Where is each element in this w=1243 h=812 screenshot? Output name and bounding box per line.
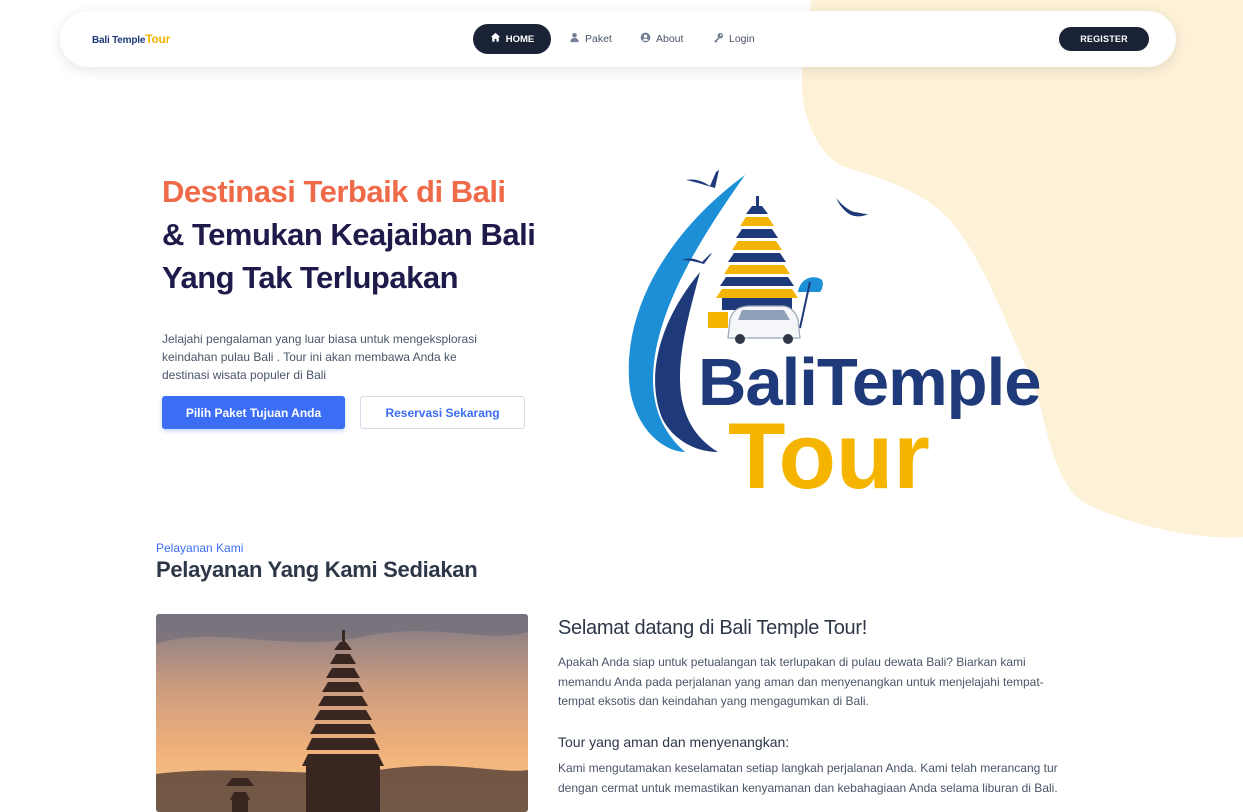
navbar: Bali TempleTour HOME Paket About Login R… bbox=[60, 11, 1176, 67]
bird-icon bbox=[686, 170, 719, 188]
register-button[interactable]: REGISTER bbox=[1059, 27, 1149, 51]
reserve-now-button[interactable]: Reservasi Sekarang bbox=[360, 396, 525, 429]
welcome-text: Apakah Anda siap untuk petualangan tak t… bbox=[558, 655, 1044, 708]
user-icon bbox=[569, 32, 580, 46]
nav-login[interactable]: Login bbox=[713, 24, 755, 54]
temple-photo bbox=[156, 614, 528, 812]
nav-paket-label: Paket bbox=[585, 33, 612, 45]
nav-home-label: HOME bbox=[505, 33, 535, 45]
logo-text-accent: Tour bbox=[728, 403, 930, 508]
car-illustration bbox=[727, 305, 801, 344]
nav-login-label: Login bbox=[729, 33, 755, 45]
key-icon bbox=[713, 32, 724, 46]
hero-title-line-1: Destinasi Terbaik di Bali bbox=[162, 174, 506, 209]
hero-title: Destinasi Terbaik di Bali & Temukan Keaj… bbox=[162, 170, 536, 299]
nav-about-label: About bbox=[656, 33, 684, 45]
brand-text-accent: Tour bbox=[145, 32, 171, 46]
hero-title-line-2: & Temukan Keajaiban Bali bbox=[162, 217, 536, 252]
hero-title-line-3: Yang Tak Terlupakan bbox=[162, 260, 459, 295]
brand-logo[interactable]: Bali TempleTour bbox=[92, 32, 170, 46]
nav-home[interactable]: HOME bbox=[473, 24, 551, 54]
nav-about[interactable]: About bbox=[640, 24, 683, 54]
user-circle-icon bbox=[640, 32, 651, 46]
safe-tour-text: Kami mengutamakan keselamatan setiap lan… bbox=[558, 761, 1058, 795]
hero-description: Jelajahi pengalaman yang luar biasa untu… bbox=[162, 332, 477, 382]
bali-temple-tour-logo: BaliTemple Tour bbox=[628, 170, 1041, 508]
brand-text-primary: Bali Temple bbox=[92, 35, 146, 46]
umbrella-icon bbox=[798, 277, 823, 329]
choose-package-button[interactable]: Pilih Paket Tujuan Anda bbox=[162, 396, 345, 429]
section-title: Pelayanan Yang Kami Sediakan bbox=[156, 557, 478, 582]
welcome-title: Selamat datang di Bali Temple Tour! bbox=[558, 617, 867, 639]
section-kicker: Pelayanan Kami bbox=[156, 541, 244, 555]
nav-paket[interactable]: Paket bbox=[569, 24, 612, 54]
bird-icon bbox=[836, 198, 868, 217]
home-icon bbox=[490, 32, 501, 46]
safe-tour-title: Tour yang aman dan menyenangkan: bbox=[558, 734, 790, 750]
